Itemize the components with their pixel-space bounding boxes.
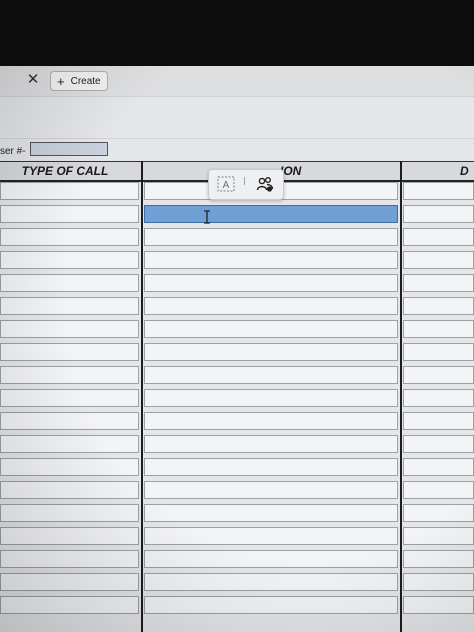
d-cell[interactable]: [403, 343, 474, 361]
create-button-label: Create: [70, 75, 101, 87]
type-of-call-cell[interactable]: [0, 228, 139, 246]
table-row: [0, 572, 474, 591]
location-cell[interactable]: [144, 228, 398, 246]
d-cell[interactable]: [403, 527, 474, 545]
d-cell[interactable]: [403, 274, 474, 292]
location-cell[interactable]: [144, 596, 398, 614]
table-row: [0, 388, 474, 407]
plus-icon: +: [57, 73, 65, 89]
location-cell[interactable]: [144, 435, 398, 453]
d-cell[interactable]: [403, 458, 474, 476]
type-of-call-cell[interactable]: [0, 389, 139, 407]
location-cell[interactable]: [144, 389, 398, 407]
column-divider: [400, 161, 402, 632]
type-of-call-cell[interactable]: [0, 251, 139, 269]
type-of-call-cell[interactable]: [0, 481, 139, 499]
type-of-call-cell[interactable]: [0, 504, 139, 522]
d-cell[interactable]: [403, 366, 474, 384]
table-row: [0, 503, 474, 522]
type-of-call-cell[interactable]: [0, 205, 139, 223]
location-cell[interactable]: [144, 320, 398, 338]
type-of-call-cell[interactable]: [0, 182, 139, 200]
table-row: [0, 411, 474, 430]
type-of-call-cell[interactable]: [0, 320, 139, 338]
table-row: [0, 296, 474, 315]
location-cell[interactable]: [144, 527, 398, 545]
location-cell[interactable]: [144, 504, 398, 522]
table-row: [0, 457, 474, 476]
people-icon[interactable]: [256, 175, 274, 193]
type-of-call-cell[interactable]: [0, 274, 139, 292]
location-cell[interactable]: [144, 205, 398, 223]
d-cell[interactable]: [403, 435, 474, 453]
type-of-call-cell[interactable]: [0, 366, 139, 384]
text-box-icon[interactable]: A: [217, 176, 235, 192]
type-of-call-cell[interactable]: [0, 343, 139, 361]
table-row: [0, 227, 474, 246]
type-of-call-cell[interactable]: [0, 297, 139, 315]
divider: [0, 138, 474, 139]
location-cell[interactable]: [144, 366, 398, 384]
d-cell[interactable]: [403, 389, 474, 407]
user-number-label: ser #-: [0, 146, 26, 157]
table-row: [0, 342, 474, 361]
column-divider: [141, 161, 143, 632]
table-row: [0, 549, 474, 568]
type-of-call-cell[interactable]: [0, 596, 139, 614]
app-window: ✕ + Create ser #- TYPE OF CALL ION D A: [0, 66, 474, 632]
type-of-call-cell[interactable]: [0, 412, 139, 430]
type-of-call-cell[interactable]: [0, 527, 139, 545]
d-cell[interactable]: [403, 320, 474, 338]
table-row: [0, 595, 474, 614]
type-of-call-cell[interactable]: [0, 573, 139, 591]
user-number-field[interactable]: [30, 142, 108, 156]
d-cell[interactable]: [403, 297, 474, 315]
location-cell[interactable]: [144, 481, 398, 499]
text-box-glyph: A: [223, 180, 230, 191]
close-icon[interactable]: ✕: [24, 71, 42, 89]
d-cell[interactable]: [403, 182, 474, 200]
table-row: [0, 365, 474, 384]
table-row: [0, 526, 474, 545]
location-cell[interactable]: [144, 412, 398, 430]
table-row: [0, 250, 474, 269]
toolbar: ✕ + Create: [0, 66, 474, 97]
d-cell[interactable]: [403, 573, 474, 591]
popup-divider: [244, 177, 245, 185]
d-cell[interactable]: [403, 481, 474, 499]
table-row: [0, 204, 474, 223]
table-row: [0, 434, 474, 453]
floating-toolbar: A: [208, 169, 284, 200]
table-row: [0, 319, 474, 338]
d-cell[interactable]: [403, 228, 474, 246]
header-d: D: [460, 164, 469, 178]
location-cell[interactable]: [144, 573, 398, 591]
create-button[interactable]: + Create: [50, 71, 108, 91]
d-cell[interactable]: [403, 412, 474, 430]
header-location: ION: [280, 164, 302, 178]
location-cell[interactable]: [144, 251, 398, 269]
type-of-call-cell[interactable]: [0, 458, 139, 476]
d-cell[interactable]: [403, 504, 474, 522]
location-cell[interactable]: [144, 550, 398, 568]
type-of-call-cell[interactable]: [0, 435, 139, 453]
location-cell[interactable]: [144, 458, 398, 476]
location-cell[interactable]: [144, 297, 398, 315]
d-cell[interactable]: [403, 205, 474, 223]
table-row: [0, 480, 474, 499]
type-of-call-cell[interactable]: [0, 550, 139, 568]
table-row: [0, 273, 474, 292]
d-cell[interactable]: [403, 550, 474, 568]
location-cell[interactable]: [144, 274, 398, 292]
header-type-of-call: TYPE OF CALL: [21, 164, 109, 178]
d-cell[interactable]: [403, 596, 474, 614]
location-cell[interactable]: [144, 343, 398, 361]
d-cell[interactable]: [403, 251, 474, 269]
